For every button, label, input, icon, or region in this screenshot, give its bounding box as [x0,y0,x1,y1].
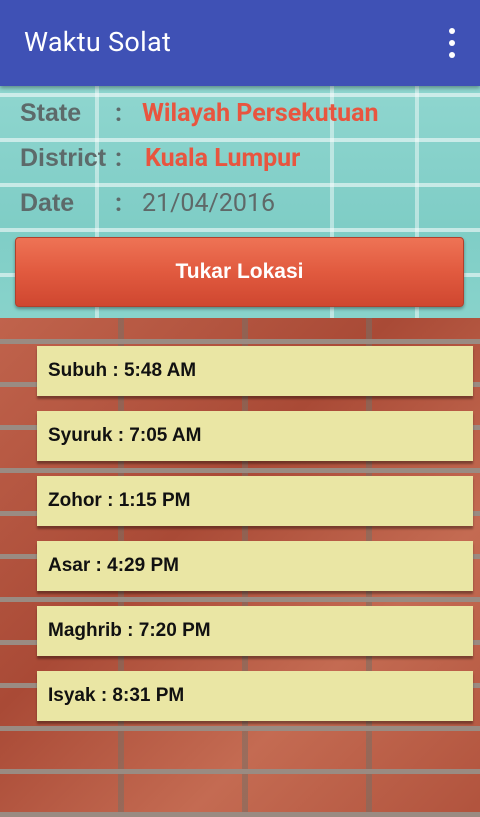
date-colon: : [115,188,123,218]
overflow-menu-icon[interactable] [444,28,460,58]
date-row: Date : 21/04/2016 [20,183,275,223]
district-label: District [20,143,107,172]
prayer-time-subuh: Subuh : 5:48 AM [37,346,473,396]
app-title: Waktu Solat [24,26,172,58]
state-value: Wilayah Persekutuan [142,98,379,128]
district-colon: : [115,143,123,173]
app-bar: Waktu Solat [0,0,480,86]
district-value: Kuala Lumpur [145,143,301,173]
prayer-time-maghrib: Maghrib : 7:20 PM [37,606,473,656]
change-location-button[interactable]: Tukar Lokasi [15,237,464,307]
date-label: Date [20,188,75,217]
prayer-time-zohor: Zohor : 1:15 PM [37,476,473,526]
prayer-time-asar: Asar : 4:29 PM [37,541,473,591]
state-label: State [20,98,82,127]
date-value: 21/04/2016 [142,188,276,218]
prayer-time-isyak: Isyak : 8:31 PM [37,671,473,721]
prayer-time-syuruk: Syuruk : 7:05 AM [37,411,473,461]
state-colon: : [115,98,123,128]
state-row: State : Wilayah Persekutuan [20,93,378,133]
district-row: District : Kuala Lumpur [20,138,300,178]
